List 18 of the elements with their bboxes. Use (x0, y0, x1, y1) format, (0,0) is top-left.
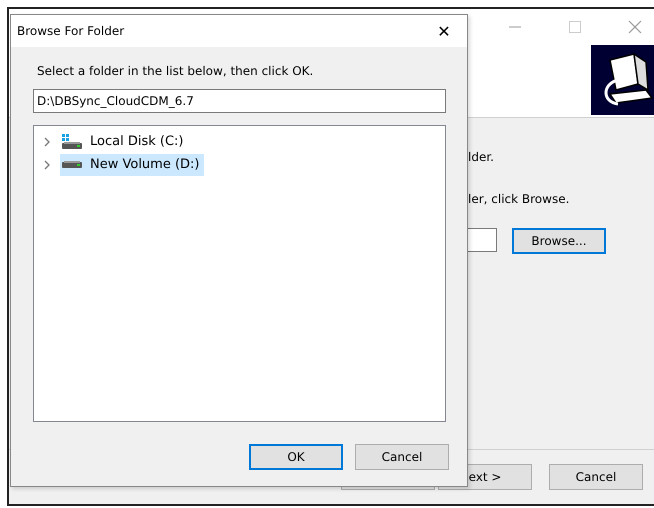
drive-icon (62, 134, 82, 149)
drive-icon (62, 161, 82, 168)
instruction-text: ler, click Browse. (468, 192, 570, 206)
dialog-title: Browse For Folder (17, 24, 124, 38)
dialog-button[interactable]: Cancel (355, 444, 449, 470)
instruction-text: lder. (468, 150, 495, 164)
chevron-icon[interactable] (42, 160, 52, 170)
tree-item[interactable]: New Volume (D:) (60, 154, 204, 176)
close-icon[interactable] (628, 20, 642, 34)
chevron-icon[interactable] (42, 136, 52, 146)
tree-item[interactable]: Local Disk (C:) (60, 130, 188, 152)
path-field[interactable]: D:\DBSync_CloudCDM_6.7 (33, 89, 446, 113)
browse-button[interactable]: Browse... (512, 228, 606, 254)
minimize-icon[interactable] (509, 26, 521, 28)
close-button[interactable]: ✕ (421, 15, 467, 47)
wizard-button[interactable]: Cancel (549, 464, 643, 490)
instruction-text: Select a folder in the list below, then click OK. (37, 64, 314, 78)
dialog-button[interactable]: OK (249, 444, 343, 470)
